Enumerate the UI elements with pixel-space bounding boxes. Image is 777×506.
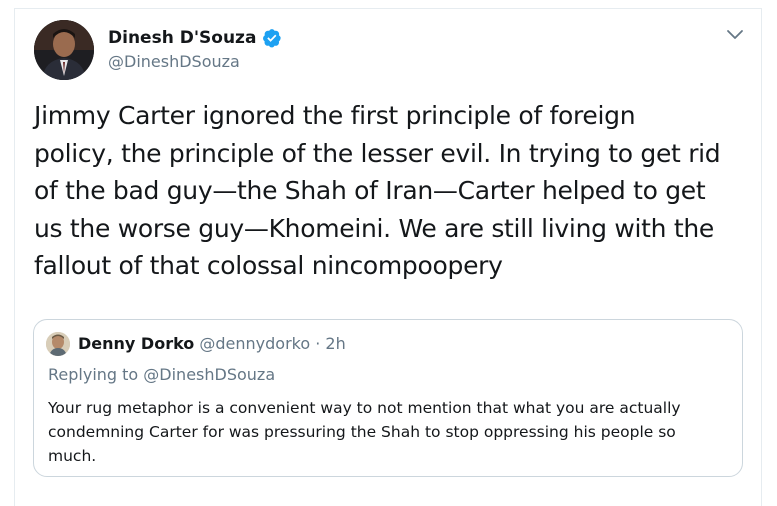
- quoted-timestamp[interactable]: 2h: [325, 334, 345, 353]
- quoted-text-line: condemning Carter for was pressuring the…: [48, 423, 676, 441]
- quoted-header: Denny Dorko @dennydorko · 2h: [78, 334, 346, 353]
- chevron-down-icon[interactable]: [726, 28, 744, 42]
- verified-badge-icon: [263, 29, 282, 48]
- tweet-text-line: fallout of that colossal nincompoopery: [34, 251, 503, 280]
- quoted-author-handle[interactable]: @dennydorko: [199, 334, 310, 353]
- author-name-row[interactable]: Dinesh D'Souza: [108, 28, 282, 48]
- tweet-text-line: policy, the principle of the lesser evil…: [34, 138, 721, 168]
- author-avatar-image: [34, 20, 94, 80]
- author-avatar[interactable]: [34, 20, 94, 80]
- quoted-text-line: much.: [48, 447, 97, 465]
- quoted-author-name[interactable]: Denny Dorko: [78, 334, 194, 353]
- tweet-text-line: of the bad guy—the Shah of Iran—Carter h…: [34, 176, 706, 205]
- replying-to-label[interactable]: Replying to @DineshDSouza: [48, 365, 275, 384]
- author-name[interactable]: Dinesh D'Souza: [108, 28, 256, 48]
- quoted-author-avatar[interactable]: [46, 332, 70, 356]
- quoted-avatar-image: [46, 332, 70, 356]
- tweet-text: Jimmy Carter ignored the first principle…: [34, 97, 746, 285]
- quoted-separator: ·: [315, 334, 321, 353]
- tweet-text-line: Jimmy Carter ignored the first principle…: [34, 101, 636, 130]
- author-handle[interactable]: @DineshDSouza: [108, 52, 240, 71]
- quoted-text-line: Your rug metaphor is a convenient way to…: [48, 399, 681, 417]
- quoted-tweet-text: Your rug metaphor is a convenient way to…: [48, 396, 738, 468]
- tweet-text-line: us the worse guy—Khomeini. We are still …: [34, 213, 714, 243]
